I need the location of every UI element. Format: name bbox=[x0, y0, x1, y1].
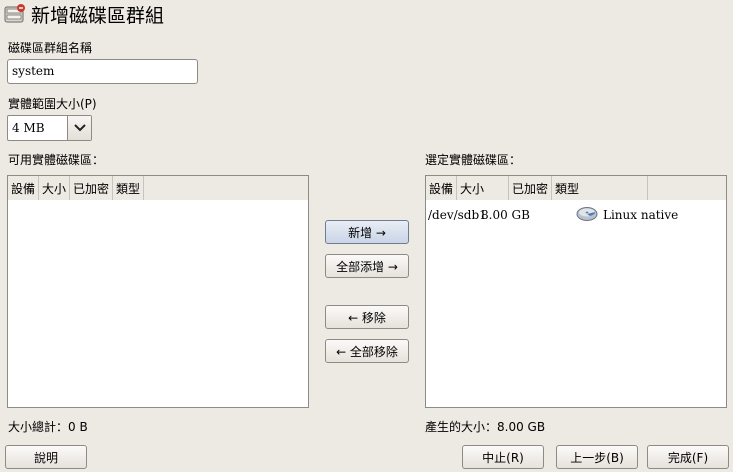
vg-name-input[interactable]: system bbox=[7, 59, 198, 84]
remove-button[interactable]: ← 移除 bbox=[325, 305, 409, 329]
window-app-icon bbox=[4, 3, 26, 25]
extent-size-select[interactable]: 4 MB bbox=[7, 115, 92, 141]
column-header-type[interactable]: 類型 bbox=[113, 176, 145, 200]
back-button[interactable]: 上一步(B) bbox=[556, 445, 638, 469]
available-pv-list[interactable]: 設備 大小 已加密 類型 bbox=[7, 175, 309, 408]
column-header-size[interactable]: 大小 bbox=[39, 176, 71, 200]
row-size: 8.00 GB bbox=[481, 208, 530, 222]
column-header-size[interactable]: 大小 bbox=[457, 176, 510, 200]
column-header-device[interactable]: 設備 bbox=[426, 176, 458, 200]
add-button[interactable]: 新增 → bbox=[325, 220, 409, 244]
vg-name-label: 磁碟區群組名稱 bbox=[8, 41, 93, 55]
resulting-size: 產生的大小：8.00 GB bbox=[425, 420, 546, 434]
column-header-type[interactable]: 類型 bbox=[552, 176, 649, 200]
extent-size-label: 實體範圍大小(P) bbox=[8, 97, 97, 111]
add-all-button[interactable]: 全部添增 → bbox=[325, 254, 409, 278]
column-header-encrypted[interactable]: 已加密 bbox=[509, 176, 553, 200]
remove-all-button[interactable]: ← 全部移除 bbox=[325, 339, 409, 363]
table-row[interactable]: /dev/sdb1 8.00 GB Linux native bbox=[426, 203, 726, 225]
column-header-encrypted[interactable]: 已加密 bbox=[70, 176, 114, 200]
selected-pv-header: 設備 大小 已加密 類型 bbox=[426, 176, 726, 200]
selected-pv-list[interactable]: 設備 大小 已加密 類型 /dev/sdb1 8.00 GB Linux nat… bbox=[425, 175, 727, 408]
finish-button[interactable]: 完成(F) bbox=[647, 445, 729, 469]
page-title: 新增磁碟區群組 bbox=[31, 5, 165, 27]
help-button[interactable]: 說明 bbox=[5, 445, 87, 469]
selected-pv-label: 選定實體磁碟區： bbox=[425, 153, 522, 167]
row-device: /dev/sdb1 bbox=[428, 208, 487, 222]
extent-size-value: 4 MB bbox=[12, 121, 45, 135]
available-total-size: 大小總計：0 B bbox=[8, 420, 88, 434]
column-header-device[interactable]: 設備 bbox=[8, 176, 40, 200]
disk-icon bbox=[576, 206, 598, 222]
abort-button[interactable]: 中止(R) bbox=[462, 445, 544, 469]
row-type: Linux native bbox=[603, 208, 679, 222]
available-pv-header: 設備 大小 已加密 類型 bbox=[8, 176, 308, 200]
chevron-down-icon[interactable] bbox=[67, 116, 91, 140]
available-pv-label: 可用實體磁碟區： bbox=[8, 153, 105, 167]
